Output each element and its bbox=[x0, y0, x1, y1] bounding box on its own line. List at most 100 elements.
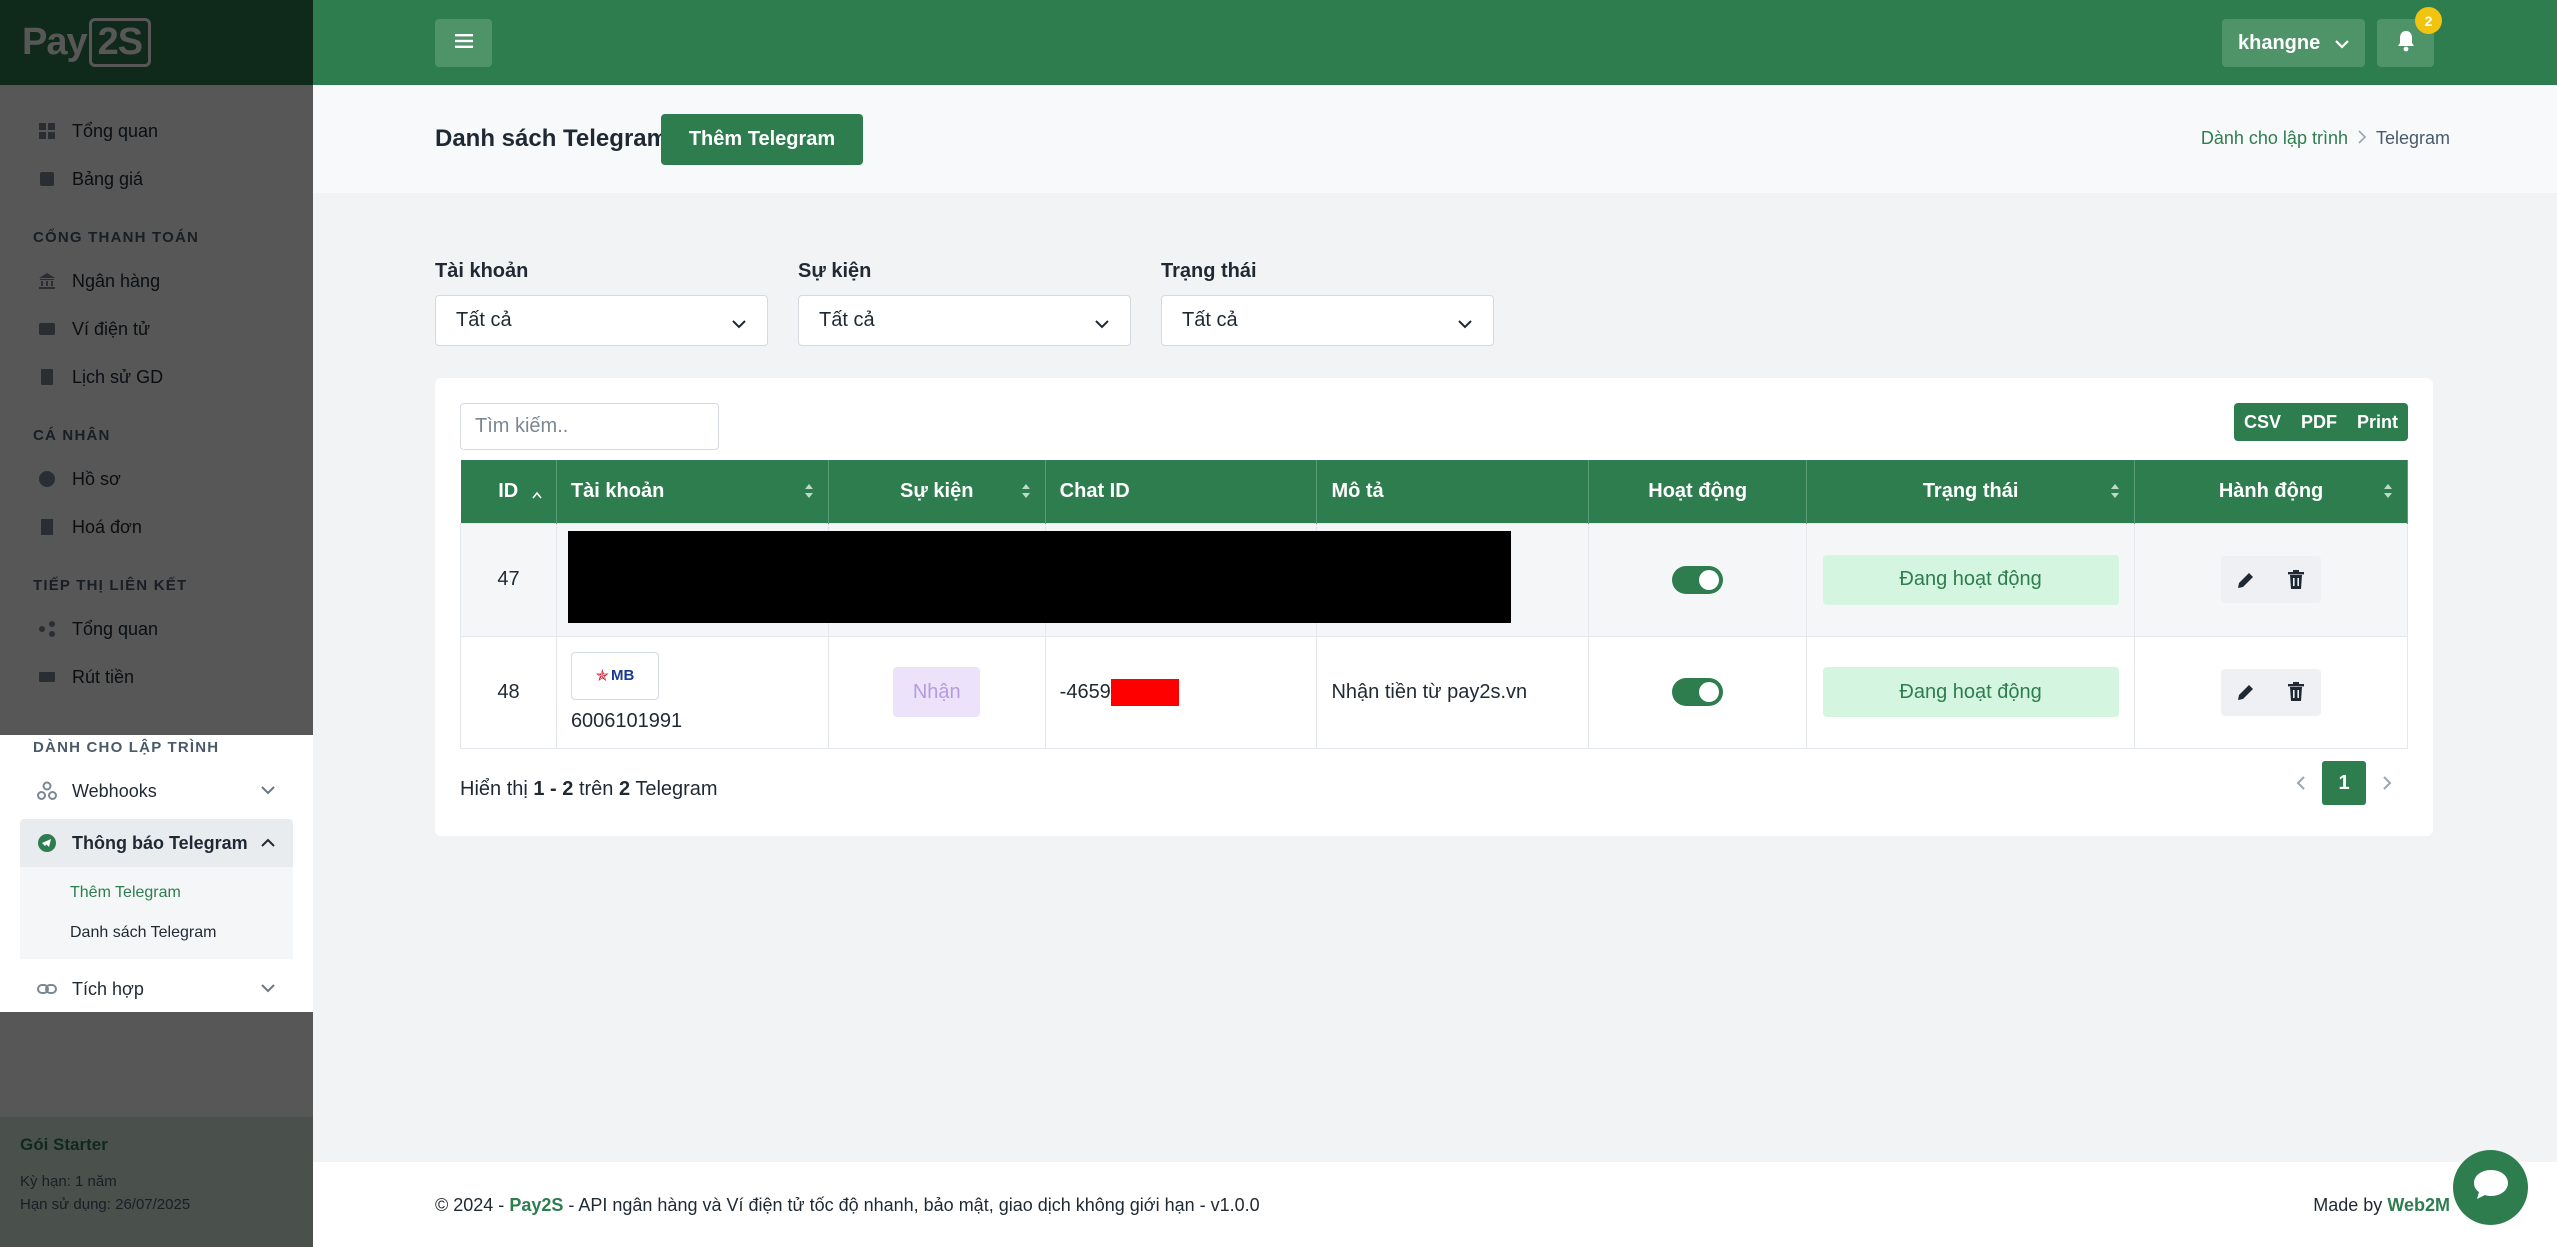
next-page-button[interactable] bbox=[2366, 761, 2408, 805]
event-select[interactable]: Tất cả bbox=[798, 295, 1131, 346]
filter-status: Trạng thái Tất cả bbox=[1161, 260, 1494, 346]
pencil-icon bbox=[2238, 685, 2254, 700]
chevron-down-icon bbox=[2334, 32, 2350, 55]
chat-id-value: -4659 bbox=[1059, 680, 1111, 703]
breadcrumb-parent[interactable]: Dành cho lập trình bbox=[2201, 128, 2348, 149]
webhook-icon bbox=[36, 780, 58, 802]
active-toggle[interactable] bbox=[1672, 678, 1724, 706]
telegram-submenu: Thêm Telegram Danh sách Telegram bbox=[20, 867, 293, 959]
sidebar-item-bank[interactable]: Ngân hàng bbox=[0, 257, 313, 305]
breadcrumb: Dành cho lập trình Telegram bbox=[2201, 128, 2450, 149]
submenu-list-telegram[interactable]: Danh sách Telegram bbox=[20, 913, 293, 953]
cell-status: Đang hoạt động bbox=[1806, 635, 2136, 749]
status-select[interactable]: Tất cả bbox=[1161, 295, 1494, 346]
search-input[interactable] bbox=[460, 403, 719, 450]
bank-icon bbox=[36, 270, 58, 292]
active-toggle[interactable] bbox=[1672, 565, 1724, 594]
add-telegram-button[interactable]: Thêm Telegram bbox=[661, 114, 863, 165]
print-button[interactable]: Print bbox=[2347, 403, 2408, 441]
delete-button[interactable] bbox=[2271, 556, 2321, 603]
sidebar-section-payment: CỔNG THANH TOÁN bbox=[33, 228, 200, 246]
pencil-icon bbox=[2238, 572, 2254, 588]
cell-description: Nhận tiền từ pay2s.vn bbox=[1316, 635, 1590, 749]
delete-button[interactable] bbox=[2271, 669, 2321, 716]
cell-active bbox=[1588, 522, 1808, 637]
sidebar-item-label: Hồ sơ bbox=[72, 468, 121, 489]
sidebar-item-profile[interactable]: Hồ sơ bbox=[0, 455, 313, 503]
sidebar-item-affiliate-overview[interactable]: Tổng quan bbox=[0, 605, 313, 653]
plan-term: Kỳ hạn: 1 năm bbox=[20, 1173, 117, 1190]
chat-button[interactable] bbox=[2453, 1150, 2528, 1225]
prev-page-button[interactable] bbox=[2280, 761, 2322, 805]
column-header-actions[interactable]: Hành động bbox=[2134, 460, 2408, 523]
edit-button[interactable] bbox=[2221, 556, 2271, 603]
cell-status: Đang hoạt động bbox=[1806, 522, 2136, 637]
column-header-account[interactable]: Tài khoản bbox=[556, 460, 829, 523]
column-header-chat-id[interactable]: Chat ID bbox=[1045, 460, 1318, 523]
sort-icon bbox=[1021, 484, 1030, 498]
sort-asc-icon bbox=[532, 491, 542, 499]
grid-icon bbox=[36, 120, 58, 142]
cell-active bbox=[1588, 635, 1808, 749]
pagination-info: Hiển thị 1 - 2 trên 2 Telegram bbox=[460, 778, 718, 800]
sort-icon bbox=[2384, 484, 2392, 498]
column-header-status[interactable]: Trạng thái bbox=[1806, 460, 2136, 523]
star-icon: ✯ bbox=[595, 667, 609, 685]
topbar: khangne 2 bbox=[313, 0, 2557, 85]
chevron-right-icon bbox=[2358, 128, 2367, 149]
chevron-down-icon bbox=[731, 312, 747, 335]
sidebar-item-label: Bảng giá bbox=[72, 168, 144, 189]
user-menu-button[interactable]: khangne bbox=[2222, 19, 2365, 67]
account-select[interactable]: Tất cả bbox=[435, 295, 768, 346]
edit-button[interactable] bbox=[2221, 669, 2271, 716]
logo[interactable]: Pay 2S bbox=[0, 0, 313, 85]
footer-credit: Made by Web2M bbox=[2313, 1195, 2450, 1215]
sidebar-item-ewallet[interactable]: Ví điện tử bbox=[0, 305, 313, 353]
sidebar-item-pricing[interactable]: Bảng giá bbox=[0, 155, 313, 203]
sidebar-item-invoice[interactable]: Hoá đơn bbox=[0, 503, 313, 551]
filter-label: Sự kiện bbox=[798, 260, 872, 282]
footer-maker-link[interactable]: Web2M bbox=[2387, 1195, 2450, 1215]
export-csv-button[interactable]: CSV bbox=[2234, 403, 2291, 441]
submenu-add-telegram[interactable]: Thêm Telegram bbox=[20, 873, 293, 913]
breadcrumb-current: Telegram bbox=[2375, 128, 2450, 148]
sidebar-item-telegram[interactable]: Thông báo Telegram bbox=[20, 819, 293, 867]
column-header-active[interactable]: Hoạt động bbox=[1588, 460, 1808, 523]
select-value: Tất cả bbox=[456, 309, 512, 331]
sidebar-item-integration[interactable]: Tích hợp bbox=[0, 965, 313, 1013]
footer-copyright: © 2024 - Pay2S - API ngân hàng và Ví điệ… bbox=[435, 1195, 1260, 1215]
column-header-description[interactable]: Mô tả bbox=[1316, 460, 1590, 523]
cell-chat-id: -4659 bbox=[1044, 635, 1318, 749]
menu-toggle-button[interactable] bbox=[435, 19, 492, 67]
export-pdf-button[interactable]: PDF bbox=[2291, 403, 2347, 441]
wallet-icon bbox=[36, 318, 58, 340]
sidebar-item-label: Ngân hàng bbox=[72, 270, 161, 291]
price-tag-icon bbox=[36, 168, 58, 190]
redaction-box bbox=[568, 531, 1511, 623]
sidebar-item-webhooks[interactable]: Webhooks bbox=[0, 767, 313, 815]
column-header-id[interactable]: ID bbox=[460, 460, 557, 523]
select-value: Tất cả bbox=[819, 309, 875, 331]
plan-title: Gói Starter bbox=[20, 1135, 108, 1154]
network-icon bbox=[36, 618, 58, 640]
username: khangne bbox=[2238, 31, 2321, 54]
page-button[interactable]: 1 bbox=[2322, 761, 2366, 805]
sidebar-item-withdraw[interactable]: Rút tiền bbox=[0, 653, 313, 701]
plan-expiry: Hạn sử dụng: 26/07/2025 bbox=[20, 1196, 191, 1213]
page-title: Danh sách Telegram bbox=[435, 125, 668, 152]
sidebar-item-history[interactable]: Lịch sử GD bbox=[0, 353, 313, 401]
sidebar-item-label: Lịch sử GD bbox=[72, 366, 164, 387]
sort-icon bbox=[2111, 484, 2120, 498]
redaction-box bbox=[1110, 678, 1179, 706]
footer-brand-link[interactable]: Pay2S bbox=[509, 1195, 563, 1215]
cell-id: 48 bbox=[460, 635, 557, 749]
trash-icon bbox=[2288, 569, 2305, 589]
export-buttons: CSV PDF Print bbox=[2233, 403, 2408, 441]
column-header-event[interactable]: Sự kiện bbox=[828, 460, 1046, 523]
chevron-down-icon bbox=[261, 980, 275, 998]
sidebar-item-label: Tích hợp bbox=[72, 978, 144, 999]
sidebar-item-overview[interactable]: Tổng quan bbox=[0, 107, 313, 155]
filter-account: Tài khoản Tất cả bbox=[435, 260, 768, 346]
telegram-icon bbox=[36, 832, 58, 854]
invoice-icon bbox=[36, 516, 58, 538]
